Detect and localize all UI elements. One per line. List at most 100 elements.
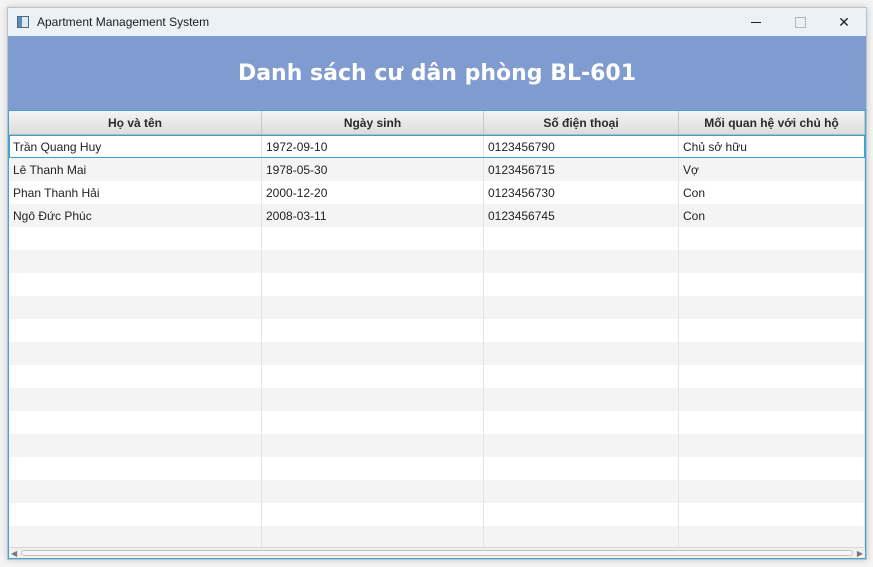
table-cell[interactable] [262, 319, 484, 342]
table-cell[interactable]: Con [679, 204, 865, 227]
table-cell[interactable] [9, 319, 262, 342]
table-cell[interactable]: 0123456730 [484, 181, 679, 204]
empty-table-row[interactable] [9, 227, 865, 250]
maximize-button[interactable] [778, 8, 822, 36]
table-cell[interactable] [679, 388, 865, 411]
scrollbar-thumb[interactable] [21, 550, 853, 556]
table-cell[interactable]: 2000-12-20 [262, 181, 484, 204]
empty-table-row[interactable] [9, 411, 865, 434]
table-cell[interactable]: 0123456790 [484, 135, 679, 158]
table-cell[interactable] [679, 434, 865, 457]
table-cell[interactable]: Trần Quang Huy [9, 135, 262, 158]
table-cell[interactable] [9, 342, 262, 365]
table-cell[interactable] [9, 503, 262, 526]
column-header-birthdate[interactable]: Ngày sinh [262, 111, 484, 134]
table-cell[interactable] [9, 457, 262, 480]
table-cell[interactable] [262, 273, 484, 296]
table-cell[interactable]: 1972-09-10 [262, 135, 484, 158]
table-cell[interactable] [679, 457, 865, 480]
table-cell[interactable] [679, 250, 865, 273]
table-row[interactable]: Ngô Đức Phúc 2008-03-11 0123456745 Con [9, 204, 865, 227]
table-cell[interactable] [484, 388, 679, 411]
table-cell[interactable] [679, 227, 865, 250]
table-cell[interactable] [262, 411, 484, 434]
table-cell[interactable] [262, 503, 484, 526]
table-cell[interactable] [679, 365, 865, 388]
table-cell[interactable] [9, 434, 262, 457]
table-cell[interactable]: 2008-03-11 [262, 204, 484, 227]
table-cell[interactable] [262, 227, 484, 250]
empty-table-row[interactable] [9, 296, 865, 319]
empty-table-row[interactable] [9, 503, 865, 526]
table-cell[interactable] [262, 296, 484, 319]
table-cell[interactable] [484, 411, 679, 434]
table-cell[interactable] [262, 342, 484, 365]
table-cell[interactable]: Chủ sở hữu [679, 135, 865, 158]
table-cell[interactable] [679, 342, 865, 365]
table-cell[interactable] [9, 273, 262, 296]
residents-table[interactable]: Họ và tên Ngày sinh Số điện thoại Mối qu… [8, 110, 866, 559]
table-cell[interactable] [262, 480, 484, 503]
column-header-relationship[interactable]: Mối quan hệ với chủ hộ [679, 111, 865, 134]
table-cell[interactable] [9, 365, 262, 388]
table-cell[interactable] [679, 296, 865, 319]
close-button[interactable]: ✕ [822, 8, 866, 36]
empty-table-row[interactable] [9, 526, 865, 549]
table-cell[interactable] [9, 296, 262, 319]
table-cell[interactable] [262, 365, 484, 388]
table-cell[interactable]: 0123456745 [484, 204, 679, 227]
table-cell[interactable] [9, 250, 262, 273]
table-cell[interactable] [484, 227, 679, 250]
empty-table-row[interactable] [9, 480, 865, 503]
table-cell[interactable] [679, 411, 865, 434]
table-cell[interactable] [679, 526, 865, 549]
table-cell[interactable] [484, 457, 679, 480]
table-cell[interactable]: Phan Thanh Hải [9, 181, 262, 204]
table-cell[interactable]: 0123456715 [484, 158, 679, 181]
table-cell[interactable] [9, 480, 262, 503]
table-cell[interactable] [484, 342, 679, 365]
table-cell[interactable]: 1978-05-30 [262, 158, 484, 181]
table-row[interactable]: Trần Quang Huy 1972-09-10 0123456790 Chủ sở… [9, 135, 865, 158]
horizontal-scrollbar[interactable]: ◀ ▶ [9, 547, 865, 558]
empty-table-row[interactable] [9, 365, 865, 388]
table-cell[interactable] [262, 434, 484, 457]
empty-table-row[interactable] [9, 434, 865, 457]
minimize-button[interactable] [734, 8, 778, 36]
table-cell[interactable] [484, 319, 679, 342]
column-header-phone[interactable]: Số điện thoại [484, 111, 679, 134]
empty-table-row[interactable] [9, 388, 865, 411]
table-cell[interactable] [262, 250, 484, 273]
table-row[interactable]: Phan Thanh Hải 2000-12-20 0123456730 Con [9, 181, 865, 204]
table-cell[interactable] [9, 227, 262, 250]
table-cell[interactable] [679, 319, 865, 342]
table-cell[interactable] [484, 526, 679, 549]
table-row[interactable]: Lê Thanh Mai 1978-05-30 0123456715 Vợ [9, 158, 865, 181]
table-cell[interactable] [484, 250, 679, 273]
table-cell[interactable]: Vợ [679, 158, 865, 181]
scroll-right-icon[interactable]: ▶ [857, 549, 863, 558]
empty-table-row[interactable] [9, 319, 865, 342]
table-cell[interactable] [484, 296, 679, 319]
table-cell[interactable] [262, 526, 484, 549]
table-cell[interactable] [9, 388, 262, 411]
empty-table-row[interactable] [9, 457, 865, 480]
table-cell[interactable]: Ngô Đức Phúc [9, 204, 262, 227]
table-cell[interactable] [484, 273, 679, 296]
table-cell[interactable] [679, 503, 865, 526]
table-cell[interactable] [484, 503, 679, 526]
empty-table-row[interactable] [9, 250, 865, 273]
table-cell[interactable] [262, 388, 484, 411]
title-bar[interactable]: Apartment Management System ✕ [8, 8, 866, 36]
table-cell[interactable] [9, 526, 262, 549]
column-header-name[interactable]: Họ và tên [9, 111, 262, 134]
empty-table-row[interactable] [9, 342, 865, 365]
table-cell[interactable]: Lê Thanh Mai [9, 158, 262, 181]
table-cell[interactable] [679, 273, 865, 296]
table-cell[interactable] [9, 411, 262, 434]
table-cell[interactable] [484, 434, 679, 457]
table-cell[interactable] [679, 480, 865, 503]
empty-table-row[interactable] [9, 273, 865, 296]
table-cell[interactable] [262, 457, 484, 480]
table-cell[interactable] [484, 480, 679, 503]
